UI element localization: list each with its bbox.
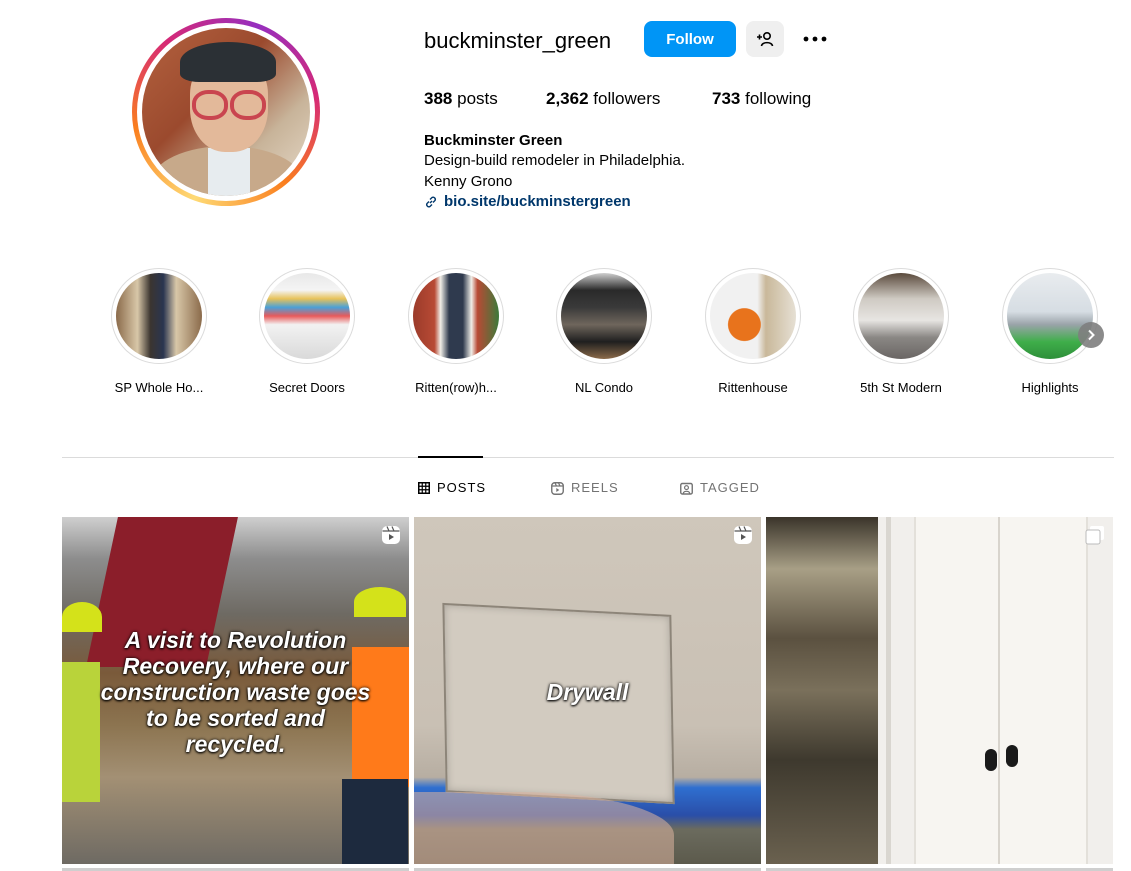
- highlight-cover: [710, 273, 796, 359]
- highlight-cover: [264, 273, 350, 359]
- post-tile[interactable]: [766, 517, 1113, 864]
- profile-avatar-story-ring[interactable]: [132, 18, 320, 206]
- more-options-button[interactable]: [798, 24, 832, 54]
- highlight-cover: [116, 273, 202, 359]
- active-tab-indicator: [418, 456, 483, 458]
- highlight-cover: [413, 273, 499, 359]
- reels-icon: [734, 526, 752, 544]
- post-tile[interactable]: A visit to Revolution Recovery, where ou…: [62, 517, 409, 864]
- tabs-divider: [62, 457, 1114, 458]
- highlight-label: 5th St Modern: [860, 380, 942, 395]
- highlight-sp-whole-house[interactable]: SP Whole Ho...: [100, 268, 218, 397]
- highlight-label: NL Condo: [574, 380, 634, 395]
- following-link[interactable]: 733 following: [712, 88, 811, 110]
- bio-line: Design-build remodeler in Philadelphia.: [424, 152, 685, 169]
- carousel-badge: [1085, 525, 1105, 550]
- highlight-5th-st-modern[interactable]: 5th St Modern: [842, 268, 960, 397]
- carousel-icon: [1085, 526, 1104, 545]
- highlight-rittenhouse[interactable]: Rittenhouse: [694, 268, 812, 397]
- reels-icon: [551, 481, 564, 495]
- tab-tagged[interactable]: TAGGED: [680, 480, 760, 496]
- grid-icon: [418, 482, 430, 494]
- followers-link[interactable]: 2,362 followers: [546, 88, 660, 110]
- post-caption: Drywall: [546, 679, 629, 705]
- bio-link[interactable]: bio.site/buckminstergreen: [424, 192, 631, 212]
- highlight-cover: [561, 273, 647, 359]
- reels-icon: [382, 526, 400, 544]
- suggested-accounts-button[interactable]: [746, 21, 784, 57]
- profile-full-name: Buckminster Green: [424, 132, 563, 149]
- add-person-icon: [757, 31, 774, 47]
- follow-button[interactable]: Follow: [644, 21, 736, 57]
- highlight-cover: [1007, 273, 1093, 359]
- tab-posts[interactable]: POSTS: [418, 480, 486, 496]
- link-icon: [426, 196, 436, 208]
- highlight-nl-condo[interactable]: NL Condo: [545, 268, 663, 397]
- post-caption: A visit to Revolution Recovery, where ou…: [100, 627, 371, 757]
- highlight-label: Ritten(row)h...: [415, 380, 497, 395]
- profile-avatar: [142, 28, 310, 196]
- highlight-label: Rittenhouse: [718, 380, 788, 395]
- highlight-cover: [858, 273, 944, 359]
- post-tile[interactable]: Drywall: [414, 517, 761, 864]
- highlight-rittenrowhouse[interactable]: Ritten(row)h...: [397, 268, 515, 397]
- posts-count: 388 posts: [424, 89, 498, 108]
- reel-badge: [381, 525, 401, 550]
- highlight-label: Secret Doors: [269, 380, 345, 395]
- bio-link-text: bio.site/buckminstergreen: [444, 193, 631, 210]
- tagged-user-icon: [680, 482, 693, 495]
- highlight-secret-doors[interactable]: Secret Doors: [248, 268, 366, 397]
- reel-badge: [733, 525, 753, 550]
- more-dots-icon: [803, 36, 827, 42]
- chevron-right-icon: [1088, 329, 1095, 341]
- highlight-label: SP Whole Ho...: [114, 380, 204, 395]
- highlights-next-button[interactable]: [1078, 322, 1104, 348]
- tab-reels[interactable]: REELS: [551, 480, 619, 496]
- highlight-label: Highlights: [1021, 380, 1079, 395]
- bio-line: Kenny Grono: [424, 173, 513, 190]
- profile-username: buckminster_green: [424, 28, 612, 53]
